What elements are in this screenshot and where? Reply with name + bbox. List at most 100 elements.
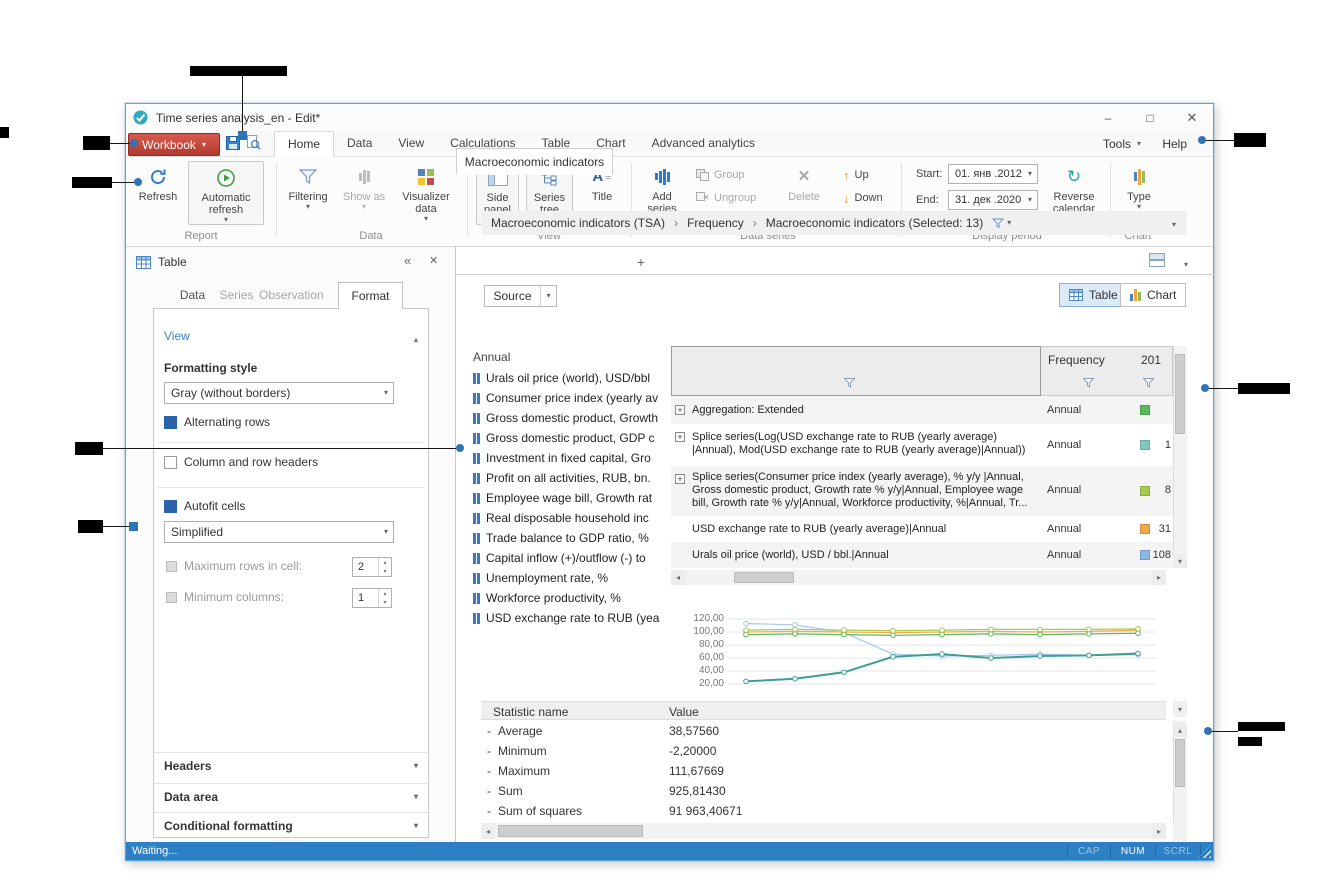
table-view-toggle[interactable]: Table <box>1059 283 1128 307</box>
tab-home[interactable]: Home <box>274 131 334 157</box>
series-list-item[interactable]: Urals oil price (world), USD/bbl <box>473 370 650 386</box>
autofit-mode-dropdown[interactable]: Simplified ▾ <box>164 521 394 543</box>
autofit-cells-checkbox[interactable]: Autofit cells <box>164 499 245 513</box>
table-row[interactable]: + Aggregation: Extended Annual <box>671 396 1173 424</box>
tab-view[interactable]: View <box>385 131 437 157</box>
table-row[interactable]: Urals oil price (world), USD / bbl.|Annu… <box>671 542 1173 568</box>
stats-row[interactable]: - Minimum -2,20000 <box>481 744 1166 764</box>
scroll-up-button[interactable]: ▴ <box>1173 723 1187 737</box>
data-area-section[interactable]: Data area ▾ <box>164 790 418 804</box>
expand-icon[interactable]: + <box>675 432 685 442</box>
minimize-button[interactable]: – <box>1087 104 1129 131</box>
spinner-up-icon[interactable]: ▴ <box>379 589 391 598</box>
spinner-down-icon[interactable]: ▾ <box>379 567 391 576</box>
panel-tab-observation[interactable]: Observation <box>259 282 319 308</box>
tab-data[interactable]: Data <box>334 131 385 157</box>
workbook-button[interactable]: Workbook ▾ <box>128 133 220 156</box>
tools-menu[interactable]: Tools ▾ <box>1103 131 1141 156</box>
ungroup-button[interactable]: Ungroup <box>696 188 756 208</box>
panel-tab-data[interactable]: Data <box>171 282 214 308</box>
layout-button[interactable] <box>1149 253 1165 270</box>
series-list-item[interactable]: Gross domestic product, Growth <box>473 410 658 426</box>
series-list-item[interactable]: Consumer price index (yearly av <box>473 390 658 406</box>
collapse-panel-button[interactable]: « <box>404 253 411 268</box>
chart-canvas[interactable] <box>676 607 1166 699</box>
breadcrumb-item[interactable]: Macroeconomic indicators (TSA) <box>491 216 665 230</box>
filter-icon[interactable] <box>1083 377 1094 391</box>
stats-hscroll-thumb[interactable] <box>498 825 643 837</box>
down-button[interactable]: ↓ Down <box>843 188 883 208</box>
breadcrumb-menu-button[interactable]: ▾ <box>1172 216 1176 230</box>
start-date-dropdown[interactable]: 01. янв .2012 ▾ <box>948 164 1038 184</box>
scroll-left-button[interactable]: ◂ <box>481 823 495 839</box>
panel-tab-series[interactable]: Series <box>214 282 259 308</box>
tab-advanced-analytics[interactable]: Advanced analytics <box>639 131 768 157</box>
min-columns-stepper[interactable]: 1 ▴▾ <box>352 588 392 608</box>
series-list-item[interactable]: Unemployment rate, % <box>473 570 608 586</box>
breadcrumb-filter-button[interactable]: ▾ <box>992 218 1011 229</box>
grid-frequency-header[interactable]: Frequency <box>1040 346 1136 396</box>
close-button[interactable]: ✕ <box>1171 104 1213 131</box>
scroll-right-button[interactable]: ▸ <box>1152 823 1166 839</box>
help-menu[interactable]: Help <box>1162 131 1187 156</box>
alternating-rows-checkbox[interactable]: Alternating rows <box>164 415 270 429</box>
breadcrumb-item[interactable]: Macroeconomic indicators (Selected: 13) <box>766 216 983 230</box>
stats-row[interactable]: - Maximum 111,67669 <box>481 764 1166 784</box>
layout-menu-button[interactable]: ▾ <box>1184 256 1188 270</box>
scroll-left-button[interactable]: ◂ <box>671 570 685 585</box>
chart-view-toggle[interactable]: Chart <box>1120 283 1186 307</box>
max-rows-checkbox[interactable]: Maximum rows in cell: <box>166 559 302 573</box>
close-panel-button[interactable]: ✕ <box>429 254 438 267</box>
view-section-header[interactable]: View <box>164 329 190 343</box>
up-button[interactable]: ↑ Up <box>843 165 869 185</box>
breadcrumb-item[interactable]: Frequency <box>687 216 744 230</box>
grid-name-header[interactable] <box>671 346 1041 396</box>
show-as-button[interactable]: Show as ▾ <box>340 161 388 225</box>
group-button[interactable]: Group <box>696 165 745 185</box>
table-row[interactable]: + Splice series(Consumer price index (ye… <box>671 466 1173 516</box>
expand-icon[interactable]: + <box>675 474 685 484</box>
print-preview-button[interactable] <box>246 135 261 154</box>
stats-name-header[interactable]: Statistic name <box>493 705 568 719</box>
column-row-headers-checkbox[interactable]: Column and row headers <box>164 455 318 469</box>
automatic-refresh-button[interactable]: Automatic refresh ▾ <box>188 161 264 225</box>
series-list-item[interactable]: Investment in fixed capital, Gro <box>473 450 651 466</box>
grid-year-header[interactable]: 201 <box>1135 346 1173 396</box>
source-menu-button[interactable]: ▾ <box>540 286 556 306</box>
grid-vscroll-thumb[interactable] <box>1175 354 1185 434</box>
stats-vscroll-thumb[interactable] <box>1175 739 1185 787</box>
spinner-down-icon[interactable]: ▾ <box>379 598 391 607</box>
series-list-item[interactable]: Workforce productivity, % <box>473 590 621 606</box>
stats-row[interactable]: - Sum 925,81430 <box>481 784 1166 804</box>
grid-hscroll-thumb[interactable] <box>734 572 794 583</box>
series-list-item[interactable]: Real disposable household inc <box>473 510 649 526</box>
filter-icon[interactable] <box>844 377 855 391</box>
title-bar[interactable]: Time series analysis_en - Edit* – □ ✕ <box>126 104 1213 131</box>
min-columns-checkbox[interactable]: Minimum columns: <box>166 590 284 604</box>
max-rows-stepper[interactable]: 2 ▴▾ <box>352 557 392 577</box>
series-list-item[interactable]: Profit on all activities, RUB, bn. <box>473 470 651 486</box>
panel-tab-format[interactable]: Format <box>338 282 403 309</box>
stats-menu-button[interactable]: ▾ <box>1173 701 1187 717</box>
scroll-right-button[interactable]: ▸ <box>1152 570 1166 585</box>
formatting-style-dropdown[interactable]: Gray (without borders) ▾ <box>164 382 394 404</box>
stats-row[interactable]: - Sum of squares 91 963,40671 <box>481 804 1166 824</box>
spinner-up-icon[interactable]: ▴ <box>379 558 391 567</box>
refresh-button[interactable]: Refresh <box>134 161 182 225</box>
table-row[interactable]: USD exchange rate to RUB (yearly average… <box>671 516 1173 542</box>
series-list-item[interactable]: Gross domestic product, GDP c <box>473 430 655 446</box>
frequency-group-label[interactable]: Annual <box>473 350 510 364</box>
new-tab-button[interactable]: + <box>631 252 651 272</box>
headers-section[interactable]: Headers ▾ <box>164 759 418 773</box>
table-row[interactable]: + Splice series(Log(USD exchange rate to… <box>671 424 1173 466</box>
collapse-section-icon[interactable]: ▴ <box>414 331 418 345</box>
stats-value-header[interactable]: Value <box>669 705 699 719</box>
stats-row[interactable]: - Average 38,57560 <box>481 724 1166 744</box>
conditional-formatting-section[interactable]: Conditional formatting ▾ <box>164 819 418 833</box>
end-date-dropdown[interactable]: 31. дек .2020 ▾ <box>948 190 1038 210</box>
series-list-item[interactable]: Capital inflow (+)/outflow (-) to <box>473 550 646 566</box>
maximize-button[interactable]: □ <box>1129 104 1171 131</box>
filter-icon[interactable] <box>1143 377 1154 391</box>
document-tab[interactable]: Macroeconomic indicators <box>456 148 613 175</box>
expand-icon[interactable]: + <box>675 405 685 415</box>
